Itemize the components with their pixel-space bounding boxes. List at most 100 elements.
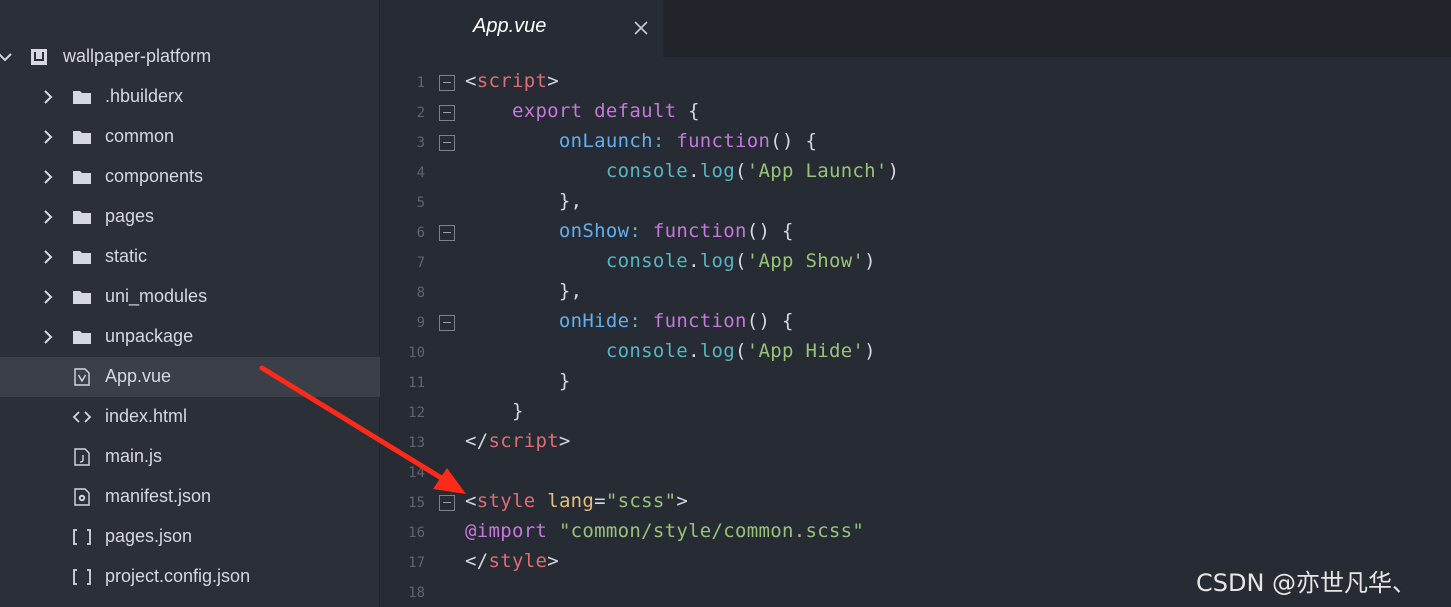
sidebar-item-uni-modules[interactable]: uni_modules [0,277,380,317]
sidebar-item-label: components [105,166,204,186]
folder-icon [72,287,92,307]
sidebar-item-label: .hbuilderx [105,86,184,106]
code-line[interactable]: 16 @import "common/style/common.scss" [381,518,1451,548]
code-token: function [652,310,747,332]
sidebar-item-manifest-json[interactable]: manifest.json [0,477,380,517]
code-text: console.log('App Launch') [465,160,899,182]
json-file-icon [72,567,92,587]
code-token: } [465,400,524,422]
line-number: 13 [408,435,425,451]
folder-icon [72,247,92,267]
sidebar-item-unpackage[interactable]: unpackage [0,317,380,357]
code-token: </ [465,430,489,452]
code-token: console [605,160,689,182]
code-token: script [488,430,559,452]
sidebar-item-label: uni_modules [105,286,208,306]
code-line[interactable]: 7 console.log('App Show') [381,248,1451,278]
chevron-right-icon[interactable] [41,210,55,224]
code-token: style [476,490,536,512]
line-number: 4 [416,165,425,181]
code-line[interactable]: 1 <script> [381,68,1451,98]
sidebar-item-components[interactable]: components [0,157,380,197]
close-icon[interactable] [631,18,651,38]
sidebar-item-app-vue[interactable]: App.vue [0,357,380,397]
code-text: }, [465,190,582,212]
code-token: log [699,340,736,362]
code-token: ( [735,250,747,272]
code-line[interactable]: 10 console.log('App Hide') [381,338,1451,368]
chevron-right-icon[interactable] [41,290,55,304]
code-token: ) [864,250,876,272]
code-token: ) [864,340,876,362]
code-token: "scss" [605,490,677,512]
code-line[interactable]: 14 [381,458,1451,488]
code-text: <script> [465,70,559,92]
folder-icon [72,167,92,187]
code-line[interactable]: 11 } [381,368,1451,398]
code-token: script [476,70,548,92]
line-number: 10 [408,345,425,361]
code-line[interactable]: 8 }, [381,278,1451,308]
code-text: </script> [465,430,571,452]
code-token: 'App Show' [746,250,865,272]
sidebar-item-label: static [105,246,148,266]
code-line[interactable]: 5 }, [381,188,1451,218]
code-token: style [488,550,548,572]
sidebar-item-index-html[interactable]: index.html [0,397,380,437]
line-number: 15 [408,495,425,511]
sidebar-item-wallpaper-platform[interactable]: wallpaper-platform [0,37,380,77]
code-line[interactable]: 3 onLaunch: function() { [381,128,1451,158]
code-token: onLaunch [558,130,653,152]
fold-toggle-icon[interactable] [439,495,455,511]
folder-icon [72,327,92,347]
code-line[interactable]: 15 <style lang="scss"> [381,488,1451,518]
chevron-right-icon[interactable] [41,130,55,144]
code-token: > [547,70,559,92]
fold-toggle-icon[interactable] [439,315,455,331]
chevron-right-icon[interactable] [41,170,55,184]
tab-app-vue[interactable]: App.vue [381,0,663,57]
line-number: 17 [408,555,425,571]
chevron-right-icon[interactable] [41,90,55,104]
code-line[interactable]: 9 onHide: function() { [381,308,1451,338]
code-token: }, [465,190,583,212]
chevron-right-icon[interactable] [41,250,55,264]
sidebar-item-main-js[interactable]: main.js [0,437,380,477]
code-token: : [629,220,653,242]
sidebar-item-label: main.js [105,446,163,466]
sidebar-item-label: project.config.json [105,566,251,586]
line-number: 1 [416,75,425,91]
sidebar-item-common[interactable]: common [0,117,380,157]
code-token: > [558,430,571,452]
chevron-down-icon[interactable] [0,50,12,64]
code-editor[interactable]: 1 <script> 2 export default {3 onLaunch: f… [381,57,1451,607]
sidebar-item-static[interactable]: static [0,237,380,277]
sidebar-item-hbuilderx[interactable]: .hbuilderx [0,77,380,117]
code-token: () { [746,220,794,242]
code-line[interactable]: 4 console.log('App Launch') [381,158,1451,188]
code-line[interactable]: 13 </script> [381,428,1451,458]
code-token: @import [465,520,548,542]
chevron-right-icon[interactable] [41,330,55,344]
fold-toggle-icon[interactable] [439,135,455,151]
sidebar-item-project-config-json[interactable]: project.config.json [0,557,380,597]
fold-toggle-icon[interactable] [439,75,455,91]
code-line[interactable]: 12 } [381,398,1451,428]
sidebar-item-pages-json[interactable]: pages.json [0,517,380,557]
code-text: } [465,370,571,392]
sidebar-item-pages[interactable]: pages [0,197,380,237]
folder-icon [72,207,92,227]
code-token: default [594,100,677,122]
code-line[interactable]: 6 onShow: function() { [381,218,1451,248]
code-token: () { [746,310,794,332]
code-line[interactable]: 2 export default { [381,98,1451,128]
line-number: 8 [416,285,425,301]
fold-toggle-icon[interactable] [439,105,455,121]
sidebar-item-label: wallpaper-platform [63,46,212,66]
fold-toggle-icon[interactable] [439,225,455,241]
